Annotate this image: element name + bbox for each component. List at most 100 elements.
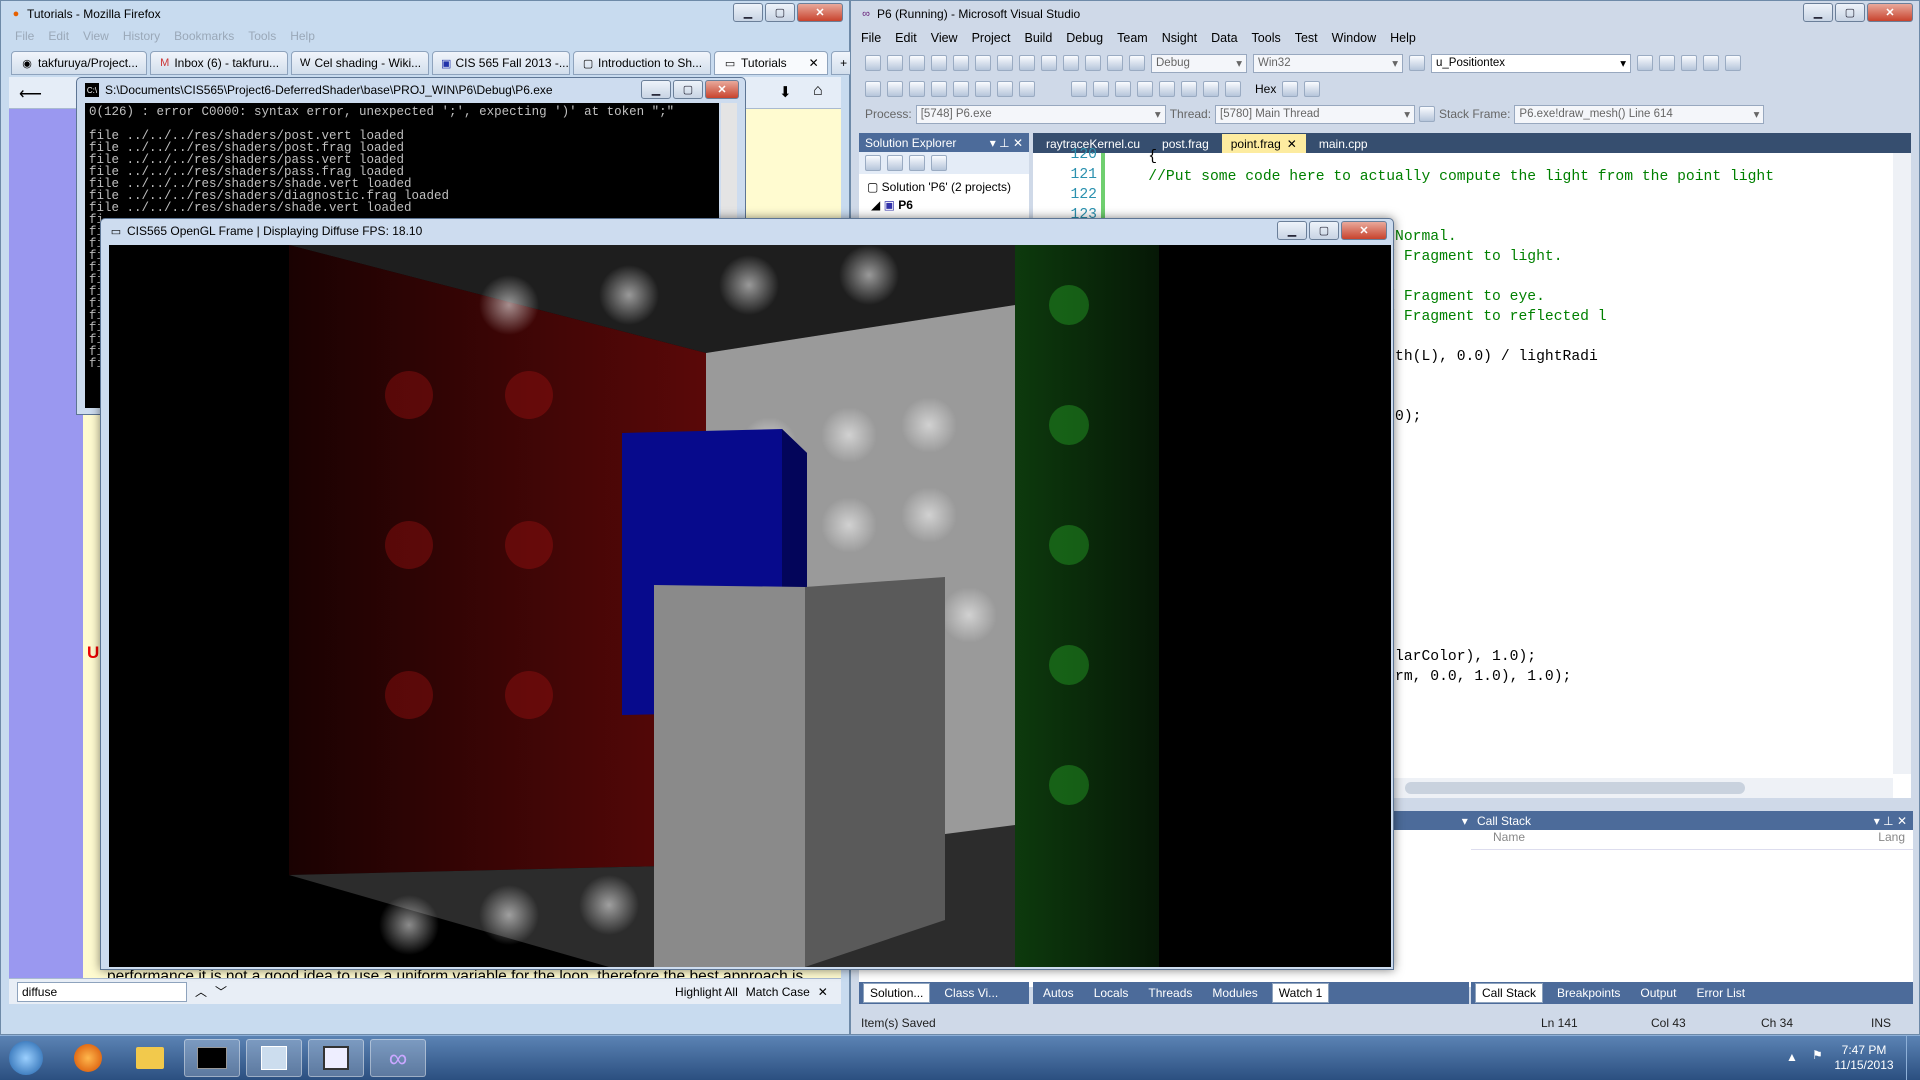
column-name[interactable]: Name [1493, 830, 1525, 849]
copy-icon[interactable] [997, 55, 1013, 71]
render-viewport[interactable] [109, 245, 1391, 967]
maximize-button[interactable]: ▢ [1309, 221, 1339, 240]
taskbar-visual-studio[interactable]: ∞ [370, 1039, 426, 1077]
close-button[interactable]: ✕ [705, 80, 739, 99]
restart-icon[interactable] [1137, 81, 1153, 97]
taskbar-app[interactable] [308, 1039, 364, 1077]
menu-window[interactable]: Window [1332, 31, 1376, 45]
properties-icon[interactable] [1659, 55, 1675, 71]
undo-icon[interactable] [1041, 55, 1057, 71]
menu-help[interactable]: Help [290, 29, 315, 43]
tab-error-list[interactable]: Error List [1690, 984, 1751, 1002]
tab-class-view[interactable]: Class Vi... [938, 984, 1004, 1002]
uncomment-icon[interactable] [909, 81, 925, 97]
menu-team[interactable]: Team [1117, 31, 1148, 45]
bookmark-icon[interactable] [975, 81, 991, 97]
find-input[interactable]: diffuse [17, 981, 187, 1002]
menu-view[interactable]: View [931, 31, 958, 45]
find-in-files-icon[interactable] [1409, 55, 1425, 71]
paste-icon[interactable] [1019, 55, 1035, 71]
tab-cel-shading[interactable]: W Cel shading - Wiki... [291, 51, 430, 75]
stackframe-select[interactable]: P6.exe!draw_mesh() Line 614 ▾ [1514, 104, 1765, 124]
menu-bookmarks[interactable]: Bookmarks [174, 29, 234, 43]
flag-thread-icon[interactable] [1419, 106, 1436, 122]
stop-debugging-icon[interactable] [1115, 81, 1131, 97]
add-item-icon[interactable] [887, 55, 903, 71]
solution-node[interactable]: ▢ Solution 'P6' (2 projects) [867, 178, 1021, 196]
tab-modules[interactable]: Modules [1206, 984, 1263, 1002]
menu-edit[interactable]: Edit [895, 31, 917, 45]
menu-tools[interactable]: Tools [1252, 31, 1281, 45]
bookmark-prev-icon[interactable] [1019, 81, 1035, 97]
taskbar-opengl-app[interactable] [246, 1039, 302, 1077]
close-button[interactable]: ✕ [1341, 221, 1387, 240]
highlight-all-button[interactable]: Highlight All [675, 985, 738, 999]
vertical-scrollbar[interactable] [1893, 153, 1911, 774]
close-tab-icon[interactable]: ✕ [809, 56, 819, 70]
comment-icon[interactable] [887, 81, 903, 97]
tab-tutorials[interactable]: ▭ Tutorials ✕ [714, 51, 828, 75]
maximize-button[interactable]: ▢ [673, 80, 703, 99]
find-previous-icon[interactable]: ︿ [195, 983, 207, 1000]
refresh-icon[interactable] [909, 155, 925, 171]
minimize-button[interactable]: ▁ [641, 80, 671, 99]
minimize-button[interactable]: ▁ [1277, 221, 1307, 240]
taskbar-explorer[interactable] [122, 1039, 178, 1077]
menu-help[interactable]: Help [1390, 31, 1416, 45]
minimize-button[interactable]: ▁ [1803, 3, 1833, 22]
platform-select[interactable]: Win32 ▾ [1253, 53, 1403, 73]
menu-history[interactable]: History [123, 29, 160, 43]
toolbox-icon[interactable] [1703, 55, 1719, 71]
process-select[interactable]: [5748] P6.exe ▾ [915, 104, 1166, 124]
outdent-icon[interactable] [953, 81, 969, 97]
tab-github[interactable]: ◉ takfuruya/Project... [11, 51, 148, 75]
open-file-icon[interactable] [909, 55, 925, 71]
solution-explorer-icon[interactable] [1637, 55, 1653, 71]
breakpoint-icon[interactable] [1282, 81, 1299, 97]
menu-data[interactable]: Data [1211, 31, 1237, 45]
nsight-icon[interactable] [1304, 81, 1321, 97]
column-lang[interactable]: Lang [1878, 830, 1905, 849]
tab-cis565[interactable]: ▣ CIS 565 Fall 2013 -... [432, 51, 571, 75]
menu-file[interactable]: File [15, 29, 34, 43]
tab-breakpoints[interactable]: Breakpoints [1551, 984, 1626, 1002]
menu-project[interactable]: Project [972, 31, 1011, 45]
navigate-forward-icon[interactable] [1107, 55, 1123, 71]
tab-watch-1[interactable]: Watch 1 [1271, 983, 1330, 1003]
back-icon[interactable]: ⟵ [19, 84, 42, 104]
tab-inbox[interactable]: M Inbox (6) - takfuru... [150, 51, 289, 75]
step-out-icon[interactable] [1225, 81, 1241, 97]
tab-introduction[interactable]: ▢ Introduction to Sh... [573, 51, 712, 75]
object-browser-icon[interactable] [1681, 55, 1697, 71]
menu-view[interactable]: View [83, 29, 109, 43]
close-button[interactable]: ✕ [797, 3, 843, 22]
tab-solution-explorer[interactable]: Solution... [863, 983, 931, 1003]
find-combo[interactable]: u_Positiontex ▾ [1431, 53, 1631, 73]
pin-icon[interactable]: ▾ ⊥ ✕ [990, 136, 1023, 150]
properties-icon[interactable] [865, 155, 881, 171]
configuration-select[interactable]: Debug ▾ [1151, 53, 1247, 73]
redo-icon[interactable] [1063, 55, 1079, 71]
step-into-icon[interactable] [1181, 81, 1197, 97]
pane-buttons[interactable]: ▾ ⊥ ✕ [1874, 814, 1907, 828]
start-debugging-icon[interactable] [1129, 55, 1145, 71]
text-editor-icon[interactable] [865, 81, 881, 97]
navigate-backward-icon[interactable] [1085, 55, 1101, 71]
start-button[interactable] [4, 1039, 48, 1077]
save-icon[interactable] [931, 55, 947, 71]
bookmark-next-icon[interactable] [997, 81, 1013, 97]
tab-output[interactable]: Output [1634, 984, 1682, 1002]
hex-toggle[interactable]: Hex [1255, 82, 1276, 96]
show-next-statement-icon[interactable] [1159, 81, 1175, 97]
show-desktop-button[interactable] [1906, 1036, 1920, 1080]
menu-tools[interactable]: Tools [248, 29, 276, 43]
tab-threads[interactable]: Threads [1142, 984, 1198, 1002]
new-project-icon[interactable] [865, 55, 881, 71]
maximize-button[interactable]: ▢ [1835, 3, 1865, 22]
continue-icon[interactable] [1071, 81, 1087, 97]
extension-manager-icon[interactable] [1725, 55, 1741, 71]
taskbar-firefox[interactable] [60, 1039, 116, 1077]
close-find-icon[interactable]: ✕ [818, 985, 828, 999]
menu-nsight[interactable]: Nsight [1162, 31, 1197, 45]
minimize-button[interactable]: ▁ [733, 3, 763, 22]
